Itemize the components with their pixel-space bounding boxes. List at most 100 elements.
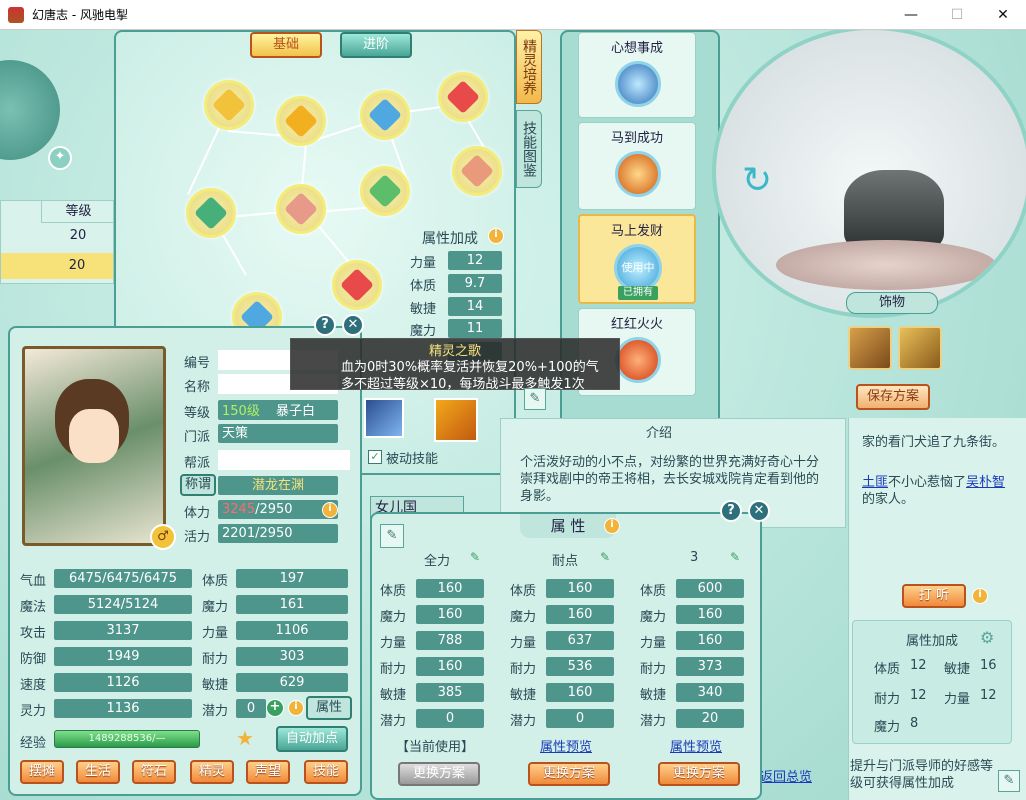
- side-tab-codex[interactable]: 技能图鉴: [516, 110, 542, 188]
- info-icon[interactable]: i: [488, 228, 504, 244]
- plan-2-change-button[interactable]: 更换方案: [528, 762, 610, 786]
- feather-icon[interactable]: ✦: [48, 146, 72, 170]
- edit-icon-right[interactable]: ✎: [998, 770, 1020, 792]
- spirit-button[interactable]: 精灵: [190, 760, 234, 784]
- plan-3-val-4: 373: [676, 657, 744, 676]
- level-suffix: 暴子白: [275, 404, 315, 419]
- attr-plans-help-icon[interactable]: ?: [720, 500, 742, 522]
- mount-item-2[interactable]: 马到成功: [578, 122, 696, 210]
- plan-3-val-6: 20: [676, 709, 744, 728]
- listen-info-icon[interactable]: i: [972, 588, 988, 604]
- skills-button[interactable]: 技能: [304, 760, 348, 784]
- stat-value-attack: 3137: [54, 621, 192, 640]
- plan-3-edit-icon[interactable]: ✎: [730, 550, 740, 564]
- plan-2-label-2: 魔力: [510, 610, 537, 625]
- attr-button[interactable]: 属性: [306, 696, 352, 720]
- plan-2-preview-link[interactable]: 属性预览: [540, 736, 592, 755]
- add-point-icon[interactable]: +: [266, 699, 284, 717]
- portrait-badge-icon[interactable]: ♂: [150, 524, 176, 550]
- gang-value: [218, 450, 350, 470]
- skill-icon-1[interactable]: [364, 398, 404, 438]
- plan-1-label-3: 力量: [380, 636, 407, 651]
- skill-tooltip: 精灵之歌 血为0时30%概率复活并恢复20%+100的气 多不超过等级×10，每…: [290, 338, 620, 392]
- plan-1-val-5: 385: [416, 683, 484, 702]
- spirit-node-4[interactable]: [438, 72, 488, 122]
- close-panel-icon[interactable]: ✕: [342, 314, 364, 336]
- rune-button[interactable]: 符石: [132, 760, 176, 784]
- decor-slot-1[interactable]: [848, 326, 892, 370]
- npc-link-name[interactable]: 吴朴智: [966, 475, 1005, 490]
- spirit-node-2[interactable]: [276, 96, 326, 146]
- side-tab-cultivate[interactable]: 精灵培养: [516, 30, 542, 104]
- label-vitality: 活力: [184, 530, 211, 545]
- attr-label-agi: 敏捷: [202, 678, 229, 693]
- spirit-edit-icon[interactable]: ✎: [524, 388, 546, 410]
- plan-3-label-2: 魔力: [640, 610, 667, 625]
- spirit-node-9[interactable]: [332, 260, 382, 310]
- npc-bonus-value-3: 12: [910, 688, 927, 703]
- spirit-bonus-label-3: 敏捷: [410, 302, 437, 317]
- potential-label: 潜力: [202, 704, 229, 719]
- minimize-button[interactable]: —: [888, 0, 934, 30]
- plan-2-val-1: 160: [546, 579, 614, 598]
- life-button[interactable]: 生活: [76, 760, 120, 784]
- npc-bonus-label-1: 体质: [874, 662, 901, 677]
- skill-icon-2[interactable]: [434, 398, 478, 442]
- help-icon[interactable]: ?: [314, 314, 336, 336]
- label-id: 编号: [184, 356, 211, 371]
- npc-bonus-label-3: 耐力: [874, 692, 901, 707]
- plan-2-name: 耐点: [552, 554, 579, 569]
- spirit-node-6[interactable]: [186, 188, 236, 238]
- level-row-2[interactable]: 20: [1, 253, 113, 279]
- save-plan-button[interactable]: 保存方案: [856, 384, 930, 410]
- rotate-left-icon[interactable]: ↻: [742, 160, 772, 201]
- auto-add-button[interactable]: 自动加点: [276, 726, 348, 752]
- npc-intro-heading: 介绍: [646, 426, 673, 441]
- attr-plans-edit-icon[interactable]: ✎: [380, 524, 404, 548]
- plan-1-val-6: 0: [416, 709, 484, 728]
- potential-info-icon[interactable]: i: [288, 700, 304, 716]
- potential-value: 0: [236, 699, 266, 718]
- character-panel: ♂ 编号 名称 等级 150级 暴子白 门派 天策 帮派 称谓 潜龙在渊 体力 …: [8, 326, 362, 796]
- plan-1-change-button[interactable]: 更换方案: [398, 762, 480, 786]
- npc-bonus-label-2: 敏捷: [944, 662, 971, 677]
- plan-3-preview-link[interactable]: 属性预览: [670, 736, 722, 755]
- attr-plans-close-icon[interactable]: ✕: [748, 500, 770, 522]
- plan-3-change-button[interactable]: 更换方案: [658, 762, 740, 786]
- decor-slot-2[interactable]: [898, 326, 942, 370]
- spirit-node-8[interactable]: [360, 166, 410, 216]
- back-overview-link[interactable]: 返回总览: [760, 766, 812, 785]
- npc-footer: 提升与门派导师的好感等级可获得属性加成: [850, 759, 994, 791]
- plan-3-label-1: 体质: [640, 584, 667, 599]
- title-button[interactable]: 称谓: [180, 474, 216, 496]
- plan-2-edit-icon[interactable]: ✎: [600, 550, 610, 564]
- spirit-node-7[interactable]: [276, 184, 326, 234]
- plan-1-edit-icon[interactable]: ✎: [470, 550, 480, 564]
- passive-checkbox[interactable]: ✓: [368, 450, 382, 464]
- title-value: 潜龙在渊: [218, 476, 338, 495]
- spirit-node-5[interactable]: [452, 146, 502, 196]
- plan-2-label-4: 耐力: [510, 662, 537, 677]
- spirit-bonus-title: 属性加成: [422, 231, 478, 247]
- listen-button[interactable]: 打 听: [902, 584, 966, 608]
- reputation-button[interactable]: 声望: [246, 760, 290, 784]
- spirit-node-3[interactable]: [360, 90, 410, 140]
- stat-label-defense: 防御: [20, 652, 47, 667]
- stamina-info-icon[interactable]: i: [322, 502, 338, 518]
- stamina-current: 3245: [222, 502, 256, 517]
- tab-advanced[interactable]: 进阶: [340, 32, 412, 58]
- attr-plans-info-icon[interactable]: i: [604, 518, 620, 534]
- close-window-button[interactable]: ✕: [980, 0, 1026, 30]
- stall-button[interactable]: 摆摊: [20, 760, 64, 784]
- attr-label-con: 体质: [202, 574, 229, 589]
- gear-icon[interactable]: ⚙: [980, 628, 994, 647]
- tab-basic[interactable]: 基础: [250, 32, 322, 58]
- maximize-button[interactable]: ☐: [934, 0, 980, 30]
- mount-item-3[interactable]: 马上发财 使用中 已拥有: [578, 214, 696, 304]
- npc-side-text-1: 家的看门犬追了九条街。: [862, 435, 1006, 450]
- spirit-node-1[interactable]: [204, 80, 254, 130]
- mount-item-1[interactable]: 心想事成: [578, 32, 696, 118]
- stat-label-spirit: 灵力: [20, 704, 47, 719]
- npc-link-bandit[interactable]: 土匪: [862, 475, 888, 490]
- plan-3-val-2: 160: [676, 605, 744, 624]
